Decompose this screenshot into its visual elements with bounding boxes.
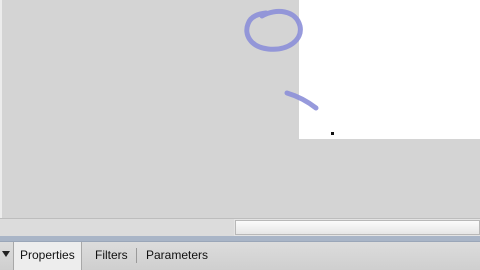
annotation-arc xyxy=(284,90,319,111)
tab-properties-label: Properties xyxy=(20,248,75,262)
scrollbar-track[interactable] xyxy=(0,219,234,236)
triangle-down-icon[interactable] xyxy=(2,251,10,257)
annotation-circle xyxy=(244,8,303,52)
tab-separator xyxy=(136,248,137,263)
annotation-overlay xyxy=(244,8,319,111)
tab-parameters-label: Parameters xyxy=(146,248,209,262)
tab-parameters[interactable]: Parameters xyxy=(140,242,214,270)
scrollbar-thumb[interactable] xyxy=(235,220,480,235)
horizontal-scrollbar[interactable] xyxy=(0,218,480,236)
properties-panel: Properties Filters Parameters xyxy=(0,241,480,270)
tab-filters-label: Filters xyxy=(95,248,128,262)
tab-filters[interactable]: Filters xyxy=(89,242,134,270)
tab-properties[interactable]: Properties xyxy=(13,242,82,270)
flash-authoring-window: Properties Filters Parameters xyxy=(0,0,480,270)
